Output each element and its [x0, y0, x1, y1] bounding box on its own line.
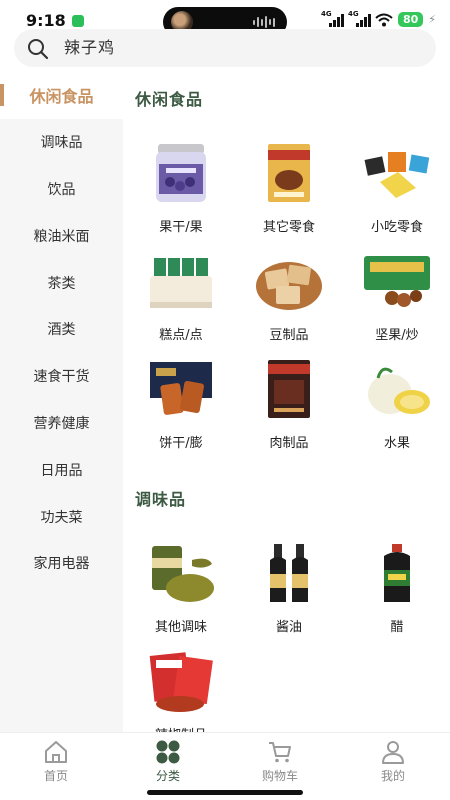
sidebar-item-instant-food[interactable]: 速食干货 [0, 353, 123, 400]
search-bar[interactable]: 辣子鸡 [14, 29, 436, 67]
grid-item-label: 醋 [390, 620, 404, 635]
sidebar-item-grain-oil[interactable]: 粮油米面 [0, 212, 123, 259]
category-icon [156, 740, 180, 764]
sidebar-item-liquor[interactable]: 酒类 [0, 306, 123, 353]
section-title-seasoning: 调味品 [135, 490, 187, 509]
section-title-snacks: 休闲食品 [135, 90, 204, 109]
category-sidebar: 休闲食品 调味品 饮品 粮油米面 茶类 酒类 速食干货 营养健康 日用品 功夫菜… [0, 72, 123, 732]
biscuit-image [150, 362, 212, 415]
nuts-image [364, 256, 430, 307]
grid-item-snack-food[interactable]: 小吃零食 [344, 142, 444, 242]
sidebar-item-appliances[interactable]: 家用电器 [0, 540, 123, 587]
sidebar-item-seasoning[interactable]: 调味品 [0, 119, 123, 166]
grid-item-tofu[interactable]: 豆制品 [236, 250, 336, 350]
search-icon [28, 39, 49, 60]
sidebar-item-snacks[interactable]: 休闲食品 [0, 72, 123, 119]
cellular-signal-icon-2: 4G [348, 10, 371, 27]
audio-wave-icon [253, 16, 275, 28]
wechat-notification-icon [72, 15, 84, 27]
grid-item-nuts[interactable]: 坚果/炒 [344, 250, 444, 350]
grid-item-other-seasoning[interactable]: 其他调味 [128, 542, 228, 642]
nav-category[interactable]: 分类 [128, 739, 208, 784]
wifi-icon [375, 13, 393, 26]
category-content: 休闲食品 果干/果 其它零食 小吃零食 糕点/点 豆制品 坚果/炒 饼干/膨 肉… [123, 72, 450, 732]
grid-item-label: 糕点/点 [159, 328, 203, 343]
grid-item-meat[interactable]: 肉制品 [236, 358, 336, 458]
grid-item-biscuit[interactable]: 饼干/膨 [128, 358, 228, 458]
status-time: 9:18 [26, 11, 66, 30]
grid-item-fruit[interactable]: 水果 [344, 358, 444, 458]
nav-profile[interactable]: 我的 [353, 739, 433, 784]
seasoning-image [152, 546, 214, 602]
nav-cart[interactable]: 购物车 [240, 739, 320, 784]
snack-assortment-image [364, 152, 430, 198]
search-input[interactable]: 辣子鸡 [64, 29, 115, 67]
sidebar-item-kungfu-dishes[interactable]: 功夫菜 [0, 493, 123, 540]
chili-product-image [149, 652, 213, 712]
grid-item-label: 其它零食 [262, 220, 315, 235]
home-icon [45, 741, 67, 763]
meat-product-image [268, 360, 310, 418]
grid-item-vinegar[interactable]: 醋 [344, 542, 444, 642]
grid-item-label: 果干/果 [159, 220, 203, 235]
vinegar-image [384, 544, 410, 602]
grid-item-label: 辣椒制品 [128, 724, 234, 732]
charging-icon: ⚡ [428, 13, 436, 26]
grid-item-other-snacks[interactable]: 其它零食 [236, 142, 336, 242]
cellular-signal-icon: 4G [321, 10, 344, 27]
soy-sauce-image [270, 544, 308, 602]
grid-item-chili[interactable]: 辣椒制品 [128, 650, 228, 732]
sidebar-item-nutrition[interactable]: 营养健康 [0, 400, 123, 447]
home-indicator [147, 790, 303, 795]
sidebar-item-drinks[interactable]: 饮品 [0, 166, 123, 213]
grid-item-label: 酱油 [275, 620, 302, 635]
fruit-image [368, 367, 430, 414]
nav-home[interactable]: 首页 [16, 739, 96, 784]
grid-item-label: 小吃零食 [370, 220, 423, 235]
battery-indicator: 80 [397, 12, 424, 27]
grid-item-dried-fruit[interactable]: 果干/果 [128, 142, 228, 242]
pastry-image [150, 258, 212, 308]
grid-item-label: 饼干/膨 [159, 436, 203, 451]
profile-icon [382, 741, 404, 764]
grid-item-pastry[interactable]: 糕点/点 [128, 250, 228, 350]
grid-item-label: 豆制品 [269, 328, 309, 343]
grid-item-label: 其他调味 [154, 620, 207, 635]
grid-item-soy-sauce[interactable]: 酱油 [236, 542, 336, 642]
snack-package-image [268, 144, 310, 202]
sidebar-item-daily-goods[interactable]: 日用品 [0, 446, 123, 493]
cart-icon [269, 742, 291, 763]
grid-item-label: 坚果/炒 [375, 328, 419, 343]
grid-item-label: 肉制品 [269, 436, 309, 451]
tofu-product-image [256, 262, 322, 310]
grid-item-label: 水果 [383, 436, 410, 451]
dried-fruit-jar-image [156, 144, 206, 202]
sidebar-item-tea[interactable]: 茶类 [0, 259, 123, 306]
